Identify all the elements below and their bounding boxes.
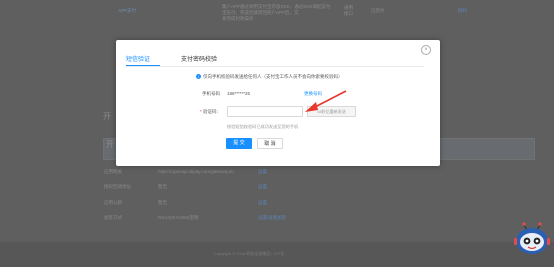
security-notice-text: 仅向手机校验码发送给任何人（支付宝工作人员不会向你索要校验码） — [203, 74, 343, 79]
bg-row-action[interactable]: 设置 — [258, 200, 267, 206]
bg-section-stub-1: 开 — [103, 112, 111, 121]
robot-mascot-icon[interactable] — [514, 219, 550, 259]
bg-row-value: https://openapi.alipay.com/gateway.do — [158, 169, 234, 174]
bg-product-name: APP支付 — [118, 8, 137, 13]
sms-code-input[interactable] — [227, 106, 303, 117]
bg-row-label: 应用网关 — [104, 169, 122, 174]
bg-row-action[interactable]: 设置 — [258, 169, 267, 175]
phone-label: 手机号码 — [202, 91, 220, 96]
footer: Copyright © 2018 蚂蚁金服集团 | ICP证 — [0, 242, 554, 267]
bg-product-status: 已签约 — [371, 8, 385, 13]
bg-row-value: 暂无 — [158, 200, 167, 205]
code-label: 验证码 — [203, 109, 217, 114]
bg-product-type-2: 接口 — [344, 11, 353, 16]
bg-row-action[interactable]: 设置 — [258, 184, 267, 190]
tabs-divider — [126, 66, 424, 67]
tab-pay-password[interactable]: 支付密码校验 — [181, 54, 217, 63]
bg-row-label: 授权回调地址 — [104, 184, 131, 189]
phone-value: 186******25 — [227, 91, 251, 96]
bg-section-stub-2: 开 — [106, 140, 114, 149]
bg-row-action[interactable]: 设置/查看加签 — [258, 215, 286, 221]
sms-sent-hint: 校验短信校验码已成功发送至您的手机 — [227, 124, 299, 129]
bg-product-action[interactable]: 接约 — [458, 8, 467, 14]
sms-verification-dialog: × 短信验证 支付密码校验 i 仅向手机校验码发送给任何人（支付宝工作人员不会向你… — [116, 40, 440, 166]
security-notice: i 仅向手机校验码发送给任何人（支付宝工作人员不会向你索要校验码） — [196, 74, 343, 80]
bg-row-label: 加签方式 — [104, 215, 122, 220]
info-icon: i — [196, 74, 201, 80]
cancel-button[interactable]: 取 消 — [257, 138, 283, 149]
resend-code-button[interactable]: 58秒后重新发送 — [307, 106, 356, 117]
bg-row-value: 暂无 — [158, 184, 167, 189]
bg-product-desc-3: 易完成付款操作 — [222, 16, 254, 21]
bg-row-value: RSA2(SHA256)密钥 — [158, 215, 199, 220]
code-label-wrap: * 验证码： — [200, 109, 222, 114]
footer-copyright: Copyright © 2018 蚂蚁金服集团 | ICP证 — [214, 251, 285, 256]
tab-sms-verify[interactable]: 短信验证 — [126, 54, 160, 66]
close-icon[interactable]: × — [421, 45, 431, 55]
bg-row-label: 应用公钥 — [104, 200, 122, 205]
tab-sms-verify-label: 短信验证 — [126, 57, 151, 63]
change-phone-link[interactable]: 更换号码 — [304, 91, 322, 97]
submit-button[interactable]: 提 交 — [226, 138, 252, 149]
